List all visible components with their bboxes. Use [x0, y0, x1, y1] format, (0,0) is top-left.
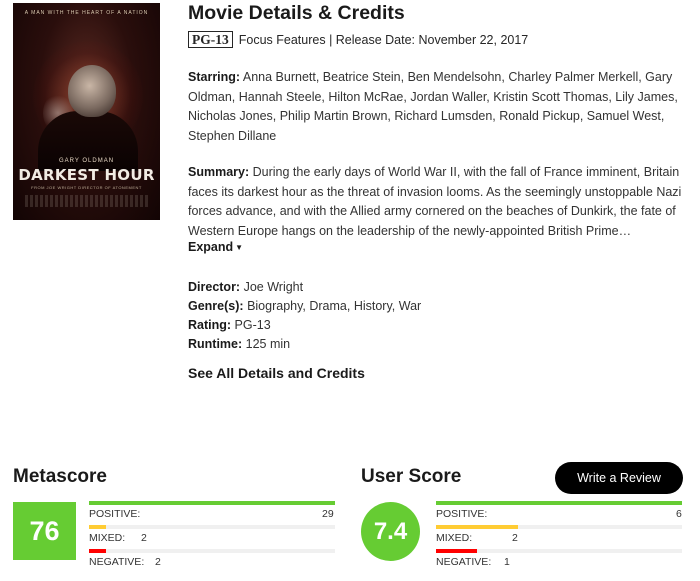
positive-bar-fill — [89, 501, 335, 505]
starring-list: Anna Burnett, Beatrice Stein, Ben Mendel… — [188, 70, 678, 143]
rating-badge: PG-13 — [188, 31, 233, 48]
user-mixed-label: MIXED: — [436, 532, 473, 544]
mixed-bar-fill — [89, 525, 106, 529]
runtime-label: Runtime: — [188, 337, 243, 351]
page-title: Movie Details & Credits — [188, 2, 405, 24]
director-value: Joe Wright — [243, 280, 304, 294]
genres-value: Biography, Drama, History, War — [247, 299, 422, 313]
user-negative-label: NEGATIVE: — [436, 556, 492, 568]
user-score-heading: User Score — [361, 466, 462, 487]
expand-label: Expand — [188, 240, 234, 254]
summary-section: Summary: During the early days of World … — [188, 163, 683, 241]
studio-release-date: Focus Features | Release Date: November … — [238, 32, 529, 47]
caret-down-icon: ▼ — [235, 243, 244, 252]
starring-section: Starring: Anna Burnett, Beatrice Stein, … — [188, 68, 688, 146]
poster-title: DARKEST HOUR — [18, 166, 155, 184]
poster-figure-head — [68, 65, 116, 117]
user-positive-bar-fill — [436, 501, 682, 505]
metascore-value[interactable]: 76 — [13, 502, 76, 560]
movie-poster[interactable]: A MAN WITH THE HEART OF A NATION GARY OL… — [13, 3, 160, 220]
director-label: Director: — [188, 280, 241, 294]
user-positive-bar — [436, 501, 682, 505]
poster-actor-name: GARY OLDMAN — [58, 158, 115, 164]
rating-value: PG-13 — [234, 318, 271, 332]
poster-billing-block — [25, 195, 148, 207]
mixed-count: 2 — [141, 532, 147, 544]
metascore-heading: Metascore — [13, 466, 107, 487]
poster-tagline: A MAN WITH THE HEART OF A NATION — [24, 10, 149, 16]
user-positive-count: 6 — [676, 508, 682, 520]
user-negative-count: 1 — [504, 556, 510, 568]
positive-bar — [89, 501, 335, 505]
starring-label: Starring: — [188, 70, 241, 84]
mixed-label: MIXED: — [89, 532, 126, 544]
runtime-field: Runtime: 125 min — [188, 337, 290, 351]
user-positive-label: POSITIVE: — [436, 508, 488, 520]
expand-button[interactable]: Expand ▼ — [188, 240, 243, 254]
movie-meta-line: PG-13 Focus Features | Release Date: Nov… — [188, 31, 528, 48]
mixed-bar — [89, 525, 335, 529]
poster-credit: FROM JOE WRIGHT DIRECTOR OF ATONEMENT — [31, 185, 142, 190]
positive-count: 29 — [322, 508, 334, 520]
rating-field: Rating: PG-13 — [188, 318, 271, 332]
user-mixed-count: 2 — [512, 532, 518, 544]
user-negative-bar — [436, 549, 682, 553]
user-mixed-bar — [436, 525, 682, 529]
rating-label: Rating: — [188, 318, 232, 332]
negative-label: NEGATIVE: — [89, 556, 145, 568]
see-all-details-link[interactable]: See All Details and Credits — [188, 365, 365, 381]
user-score-value[interactable]: 7.4 — [361, 502, 420, 561]
negative-bar-fill — [89, 549, 106, 553]
write-review-button[interactable]: Write a Review — [555, 462, 683, 494]
negative-bar — [89, 549, 335, 553]
positive-label: POSITIVE: — [89, 508, 141, 520]
summary-label: Summary: — [188, 165, 250, 179]
genres-field: Genre(s): Biography, Drama, History, War — [188, 299, 421, 313]
user-negative-bar-fill — [436, 549, 477, 553]
negative-count: 2 — [155, 556, 161, 568]
runtime-value: 125 min — [245, 337, 291, 351]
user-mixed-bar-fill — [436, 525, 518, 529]
summary-text: During the early days of World War II, w… — [188, 165, 682, 238]
genres-label: Genre(s): — [188, 299, 244, 313]
director-field: Director: Joe Wright — [188, 280, 303, 294]
